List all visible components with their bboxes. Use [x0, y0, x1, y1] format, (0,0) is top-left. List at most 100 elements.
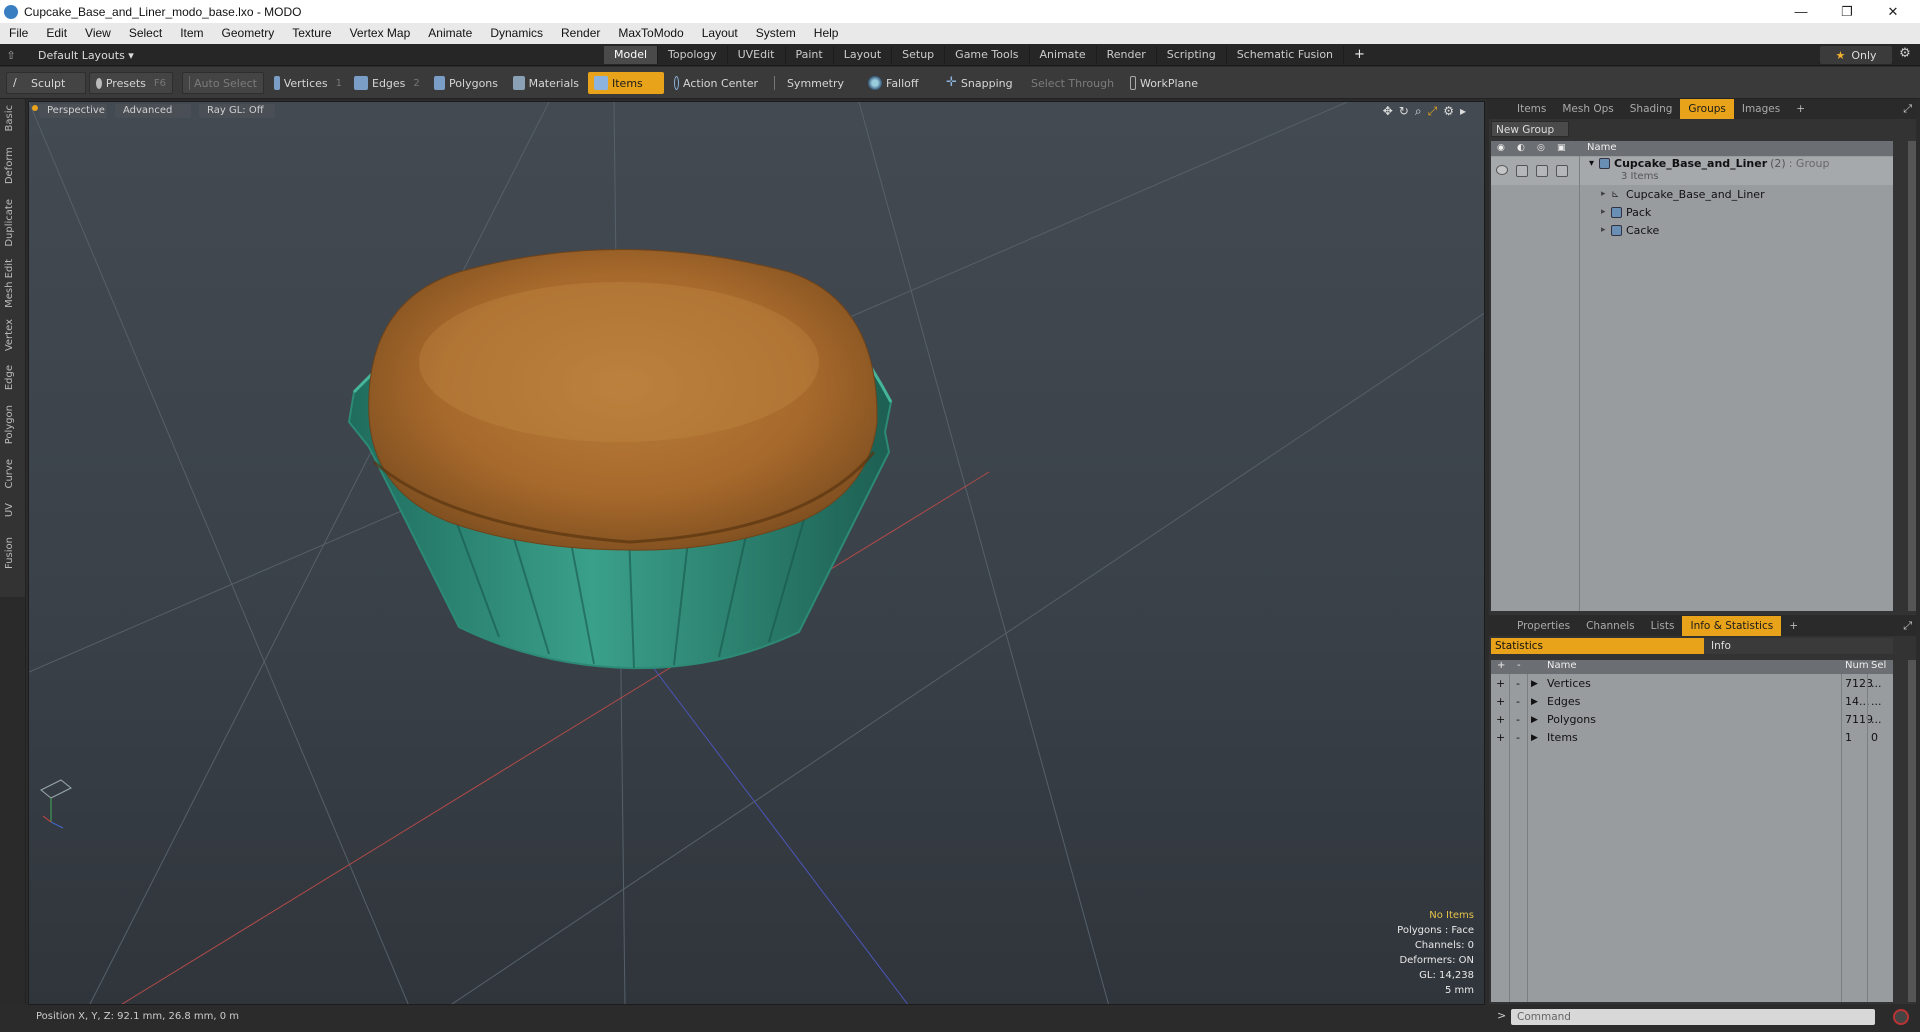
- remove-icon[interactable]: -: [1516, 729, 1520, 747]
- add-icon[interactable]: +: [1496, 693, 1505, 711]
- tab-schematic-fusion[interactable]: Schematic Fusion: [1227, 46, 1345, 64]
- visibility-eye-icon[interactable]: [1496, 165, 1508, 175]
- tab-game-tools[interactable]: Game Tools: [945, 46, 1030, 64]
- add-icon[interactable]: +: [1496, 729, 1505, 747]
- materials-button[interactable]: Materials: [507, 72, 585, 94]
- menu-system[interactable]: System: [747, 23, 805, 44]
- tree-row-pack[interactable]: ▸ Pack: [1491, 203, 1893, 221]
- menu-edit[interactable]: Edit: [37, 23, 76, 44]
- tab-model[interactable]: Model: [604, 46, 659, 64]
- vertices-button[interactable]: Vertices 1: [268, 72, 348, 94]
- left-tab-uv[interactable]: UV: [4, 503, 15, 517]
- layouts-dropdown[interactable]: ⇧ Default Layouts ▾: [0, 44, 140, 66]
- add-icon[interactable]: +: [1496, 675, 1505, 693]
- polygons-button[interactable]: Polygons: [428, 72, 504, 94]
- left-tab-vertex[interactable]: Vertex: [4, 319, 15, 351]
- only-button[interactable]: ★ Only: [1820, 46, 1892, 64]
- tab-setup[interactable]: Setup: [892, 46, 946, 64]
- tree-row-cacke[interactable]: ▸ Cacke: [1491, 221, 1893, 239]
- tab-uvedit[interactable]: UVEdit: [728, 46, 786, 64]
- panel-expand-icon[interactable]: ⤢: [1903, 102, 1912, 116]
- workplane-button[interactable]: WorkPlane: [1124, 72, 1204, 94]
- stats-row-vertices[interactable]: + - ▶ Vertices 7123 ...: [1491, 675, 1893, 693]
- tab-scripting[interactable]: Scripting: [1157, 46, 1227, 64]
- select-through-button[interactable]: Select Through: [1021, 72, 1119, 94]
- tab-items[interactable]: Items: [1509, 99, 1554, 119]
- tab-groups[interactable]: Groups: [1680, 99, 1734, 119]
- expand-arrow-icon[interactable]: ▶: [1531, 729, 1538, 747]
- expand-arrow-icon[interactable]: ▸: [1601, 225, 1606, 235]
- view-mode-button[interactable]: Advanced: [115, 104, 191, 118]
- tab-layout[interactable]: Layout: [834, 46, 893, 64]
- add-panel-tab-button[interactable]: +: [1788, 99, 1813, 119]
- fit-icon[interactable]: ⤢: [1428, 104, 1438, 119]
- items-button[interactable]: Items: [588, 72, 664, 94]
- view-perspective-button[interactable]: Perspective: [39, 104, 107, 118]
- tab-render[interactable]: Render: [1097, 46, 1157, 64]
- tab-shading[interactable]: Shading: [1622, 99, 1681, 119]
- lock-toggle[interactable]: [1536, 165, 1548, 177]
- raygl-button[interactable]: Ray GL: Off: [199, 104, 275, 118]
- new-group-button[interactable]: New Group: [1491, 121, 1569, 137]
- presets-button[interactable]: Presets F6: [89, 72, 173, 94]
- collapse-all-icon[interactable]: -: [1517, 660, 1521, 671]
- left-tab-duplicate[interactable]: Duplicate: [4, 199, 15, 247]
- minimize-button[interactable]: —: [1778, 0, 1824, 23]
- expand-arrow-icon[interactable]: ▸: [1601, 189, 1606, 199]
- left-tab-curve[interactable]: Curve: [4, 459, 15, 489]
- expand-arrow-icon[interactable]: ▶: [1531, 693, 1538, 711]
- select-toggle[interactable]: [1556, 165, 1568, 177]
- subtab-info[interactable]: Info: [1705, 638, 1893, 654]
- groups-scrollbar[interactable]: [1908, 141, 1916, 611]
- remove-icon[interactable]: -: [1516, 675, 1520, 693]
- menu-maxtomodo[interactable]: MaxToModo: [609, 23, 692, 44]
- falloff-button[interactable]: Falloff: [862, 72, 932, 94]
- menu-layout[interactable]: Layout: [693, 23, 747, 44]
- tab-images[interactable]: Images: [1734, 99, 1788, 119]
- menu-select[interactable]: Select: [120, 23, 171, 44]
- remove-icon[interactable]: -: [1516, 711, 1520, 729]
- close-button[interactable]: ✕: [1870, 0, 1916, 23]
- viewport-settings-icon[interactable]: ⚙: [1443, 104, 1454, 119]
- menu-animate[interactable]: Animate: [419, 23, 481, 44]
- add-tab-button[interactable]: +: [1344, 46, 1375, 64]
- left-tab-basic[interactable]: Basic: [4, 105, 15, 131]
- menu-texture[interactable]: Texture: [283, 23, 340, 44]
- tab-info-statistics[interactable]: Info & Statistics: [1682, 616, 1782, 636]
- stats-row-items[interactable]: + - ▶ Items 1 0: [1491, 729, 1893, 747]
- tab-topology[interactable]: Topology: [658, 46, 728, 64]
- 3d-viewport[interactable]: Perspective Advanced Ray GL: Off ✥ ↻ ⌕ ⤢…: [28, 101, 1485, 1005]
- add-panel-tab-button[interactable]: +: [1781, 616, 1806, 636]
- stats-row-edges[interactable]: + - ▶ Edges 14... ...: [1491, 693, 1893, 711]
- left-tab-mesh-edit[interactable]: Mesh Edit: [4, 259, 15, 308]
- symmetry-button[interactable]: Symmetry: [768, 72, 850, 94]
- menu-item[interactable]: Item: [171, 23, 212, 44]
- menu-help[interactable]: Help: [805, 23, 848, 44]
- menu-file[interactable]: File: [0, 23, 37, 44]
- menu-view[interactable]: View: [76, 23, 120, 44]
- collapse-arrow-icon[interactable]: ▾: [1589, 158, 1594, 169]
- expand-arrow-icon[interactable]: ▸: [1601, 207, 1606, 217]
- viewport-menu-dot[interactable]: [32, 105, 38, 111]
- render-toggle[interactable]: [1516, 165, 1528, 177]
- tab-properties[interactable]: Properties: [1509, 616, 1578, 636]
- edges-button[interactable]: Edges 2: [348, 72, 428, 94]
- expand-arrow-icon[interactable]: ▶: [1531, 675, 1538, 693]
- subtab-statistics[interactable]: Statistics: [1491, 638, 1704, 654]
- panel-expand-icon[interactable]: ⤢: [1903, 619, 1912, 633]
- left-tab-fusion[interactable]: Fusion: [4, 537, 15, 569]
- sculpt-button[interactable]: ∕ Sculpt: [6, 72, 86, 94]
- tab-channels[interactable]: Channels: [1578, 616, 1643, 636]
- stats-row-polygons[interactable]: + - ▶ Polygons 7119 ...: [1491, 711, 1893, 729]
- rotate-icon[interactable]: ↻: [1399, 104, 1409, 119]
- viewport-expand-icon[interactable]: ▸: [1460, 104, 1466, 119]
- record-icon[interactable]: [1893, 1009, 1909, 1025]
- left-tab-edge[interactable]: Edge: [4, 365, 15, 390]
- group-row[interactable]: ▾ Cupcake_Base_and_Liner (2) : Group 3 I…: [1491, 157, 1893, 185]
- menu-render[interactable]: Render: [552, 23, 609, 44]
- add-icon[interactable]: +: [1496, 711, 1505, 729]
- stats-scrollbar[interactable]: [1908, 660, 1916, 1002]
- tree-row-cupcake[interactable]: ▸ ⊾ Cupcake_Base_and_Liner: [1491, 185, 1893, 203]
- maximize-button[interactable]: ❐: [1824, 0, 1870, 23]
- tab-animate[interactable]: Animate: [1030, 46, 1097, 64]
